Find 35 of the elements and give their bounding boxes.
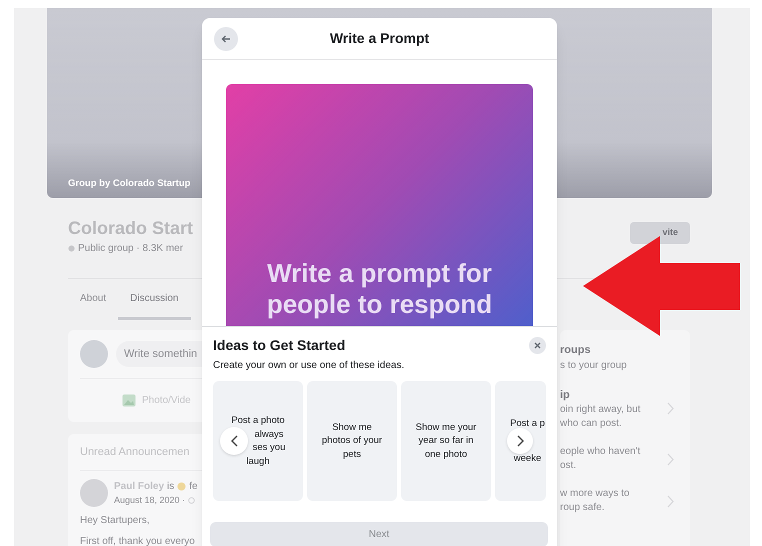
group-tab[interactable]: About bbox=[68, 279, 118, 320]
invite-button[interactable]: vite bbox=[630, 222, 690, 244]
dialog-title: Write a Prompt bbox=[330, 29, 430, 48]
avatar bbox=[80, 478, 108, 506]
prompt-placeholder: Write a prompt for people to respond bbox=[266, 258, 494, 321]
sidebar-heading: roups bbox=[560, 343, 592, 358]
close-button[interactable] bbox=[529, 337, 546, 354]
status-text: is bbox=[167, 480, 174, 494]
back-arrow-icon bbox=[221, 34, 231, 42]
chevron-right-icon bbox=[516, 435, 524, 447]
prompt-card[interactable]: Write a prompt for people to respond bbox=[226, 84, 533, 326]
photo-icon bbox=[122, 394, 136, 407]
avatar bbox=[80, 340, 108, 368]
chevron-right-icon[interactable] bbox=[667, 402, 674, 416]
sidebar-text: w more ways to roup safe. bbox=[560, 487, 630, 515]
close-icon bbox=[534, 342, 541, 349]
chevron-right-icon[interactable] bbox=[667, 494, 674, 508]
group-meta: Public group · 8.3K mer bbox=[78, 242, 184, 256]
cover-caption: Group by Colorado Startup bbox=[68, 176, 192, 191]
post-text: First off, thank you everyo bbox=[80, 535, 196, 546]
idea-card[interactable]: Show me photos of your pets bbox=[307, 381, 397, 501]
chevron-left-icon bbox=[230, 435, 238, 447]
sidebar-text: s to your group bbox=[560, 358, 627, 372]
idea-card[interactable]: Post a p weeke bbox=[495, 381, 546, 501]
sidebar-text: eople who haven't ost. bbox=[560, 445, 640, 473]
chevron-right-icon[interactable] bbox=[667, 452, 674, 466]
sidebar-text: oin right away, but who can post. bbox=[560, 403, 640, 431]
post-date: August 18, 2020 · bbox=[114, 494, 186, 507]
back-button[interactable] bbox=[214, 26, 238, 50]
post-text: Hey Startupers, bbox=[80, 514, 150, 528]
status-text: fe bbox=[189, 480, 198, 494]
sidebar-heading: ip bbox=[560, 388, 571, 402]
idea-card[interactable]: Post a photo always ses you laugh bbox=[213, 381, 303, 501]
idea-card[interactable]: Show me your year so far in one photo bbox=[401, 381, 491, 501]
group-tab[interactable]: Discussion bbox=[118, 279, 190, 320]
